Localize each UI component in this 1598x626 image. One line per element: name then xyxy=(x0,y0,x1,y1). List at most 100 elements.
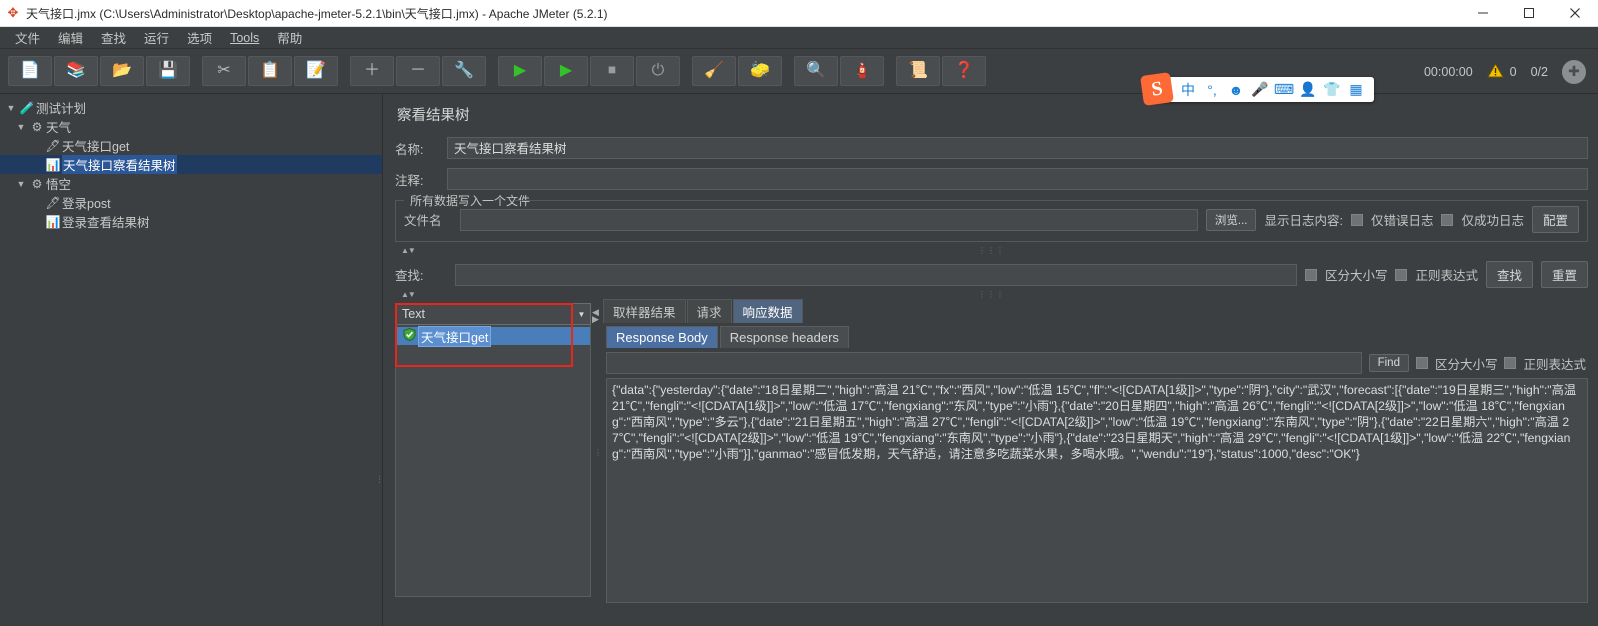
tree-node-thread-group-weather[interactable]: ▼ ⚙ 天气 xyxy=(0,117,382,136)
tree-node-test-plan[interactable]: ▼ 🧪 测试计划 xyxy=(0,98,382,117)
shutdown-button[interactable]: ⏻ xyxy=(636,56,680,86)
ime-voice-icon[interactable]: 🎤 xyxy=(1248,81,1272,98)
twisty-icon[interactable]: ▼ xyxy=(4,103,18,113)
tab-sampler-result[interactable]: 取样器结果 xyxy=(603,299,686,323)
renderer-select-value: Text xyxy=(402,307,425,321)
jmeter-flask-icon: ✥ xyxy=(7,5,19,20)
start-no-pauses-button[interactable]: ▶ xyxy=(544,56,588,86)
errors-only-checkbox[interactable] xyxy=(1350,213,1363,226)
results-splitter[interactable]: ◀ ▶ ⋮ xyxy=(591,303,603,603)
ime-emoji-icon[interactable]: ☻ xyxy=(1224,82,1248,98)
maximize-icon[interactable] xyxy=(1506,0,1552,27)
menu-help[interactable]: 帮助 xyxy=(268,26,311,49)
ime-skin-icon[interactable]: 👕 xyxy=(1320,81,1344,98)
elapsed-time: 00:00:00 xyxy=(1423,64,1473,79)
divider-arrows-icon[interactable]: ▲▼ xyxy=(401,290,416,299)
panel-divider-bottom[interactable]: ▲▼ ⋮⋮⋮ xyxy=(395,290,1588,299)
ime-soft-keyboard-icon[interactable]: ⌨ xyxy=(1272,81,1296,98)
ime-toolbox-icon[interactable]: ▦ xyxy=(1344,81,1368,98)
response-regex-checkbox[interactable] xyxy=(1504,357,1517,369)
tree-splitter-grip[interactable]: ⋮ xyxy=(375,474,384,502)
menu-run[interactable]: 运行 xyxy=(135,26,178,49)
search-button[interactable]: 🔍 xyxy=(794,56,838,86)
help-button[interactable]: ❓ xyxy=(942,56,986,86)
results-list-panel: Text ▼ 天气接口get xyxy=(395,303,591,603)
twisty-placeholder-icon: ▼ xyxy=(30,198,44,208)
splitter-arrows-icon[interactable]: ◀ ▶ xyxy=(592,308,599,324)
panel-divider-top[interactable]: ▲▼ ⋮⋮⋮ xyxy=(395,246,1588,255)
main-content: ▼ 🧪 测试计划 ▼ ⚙ 天气 ▼ 🖋 天气接口get ▼ 📊 天气接口察看结果… xyxy=(0,94,1598,626)
search-find-button[interactable]: 查找 xyxy=(1485,261,1533,288)
tab-request[interactable]: 请求 xyxy=(686,299,732,323)
window-titlebar: ✥ 天气接口.jmx (C:\Users\Administrator\Deskt… xyxy=(0,0,1598,27)
list-item[interactable]: 天气接口get xyxy=(396,325,590,347)
subtab-response-body[interactable]: Response Body xyxy=(606,326,718,348)
comment-input[interactable] xyxy=(447,168,1588,190)
menu-edit[interactable]: 编辑 xyxy=(49,26,92,49)
renderer-select[interactable]: Text ▼ xyxy=(395,303,591,325)
configure-button[interactable]: 配置 xyxy=(1531,206,1579,233)
tree-node-http-sampler-weather-get[interactable]: ▼ 🖋 天气接口get xyxy=(0,136,382,155)
minimize-icon[interactable] xyxy=(1460,0,1506,27)
warning-indicator[interactable]: 0 xyxy=(1486,62,1517,81)
response-find-row: Find 区分大小写 正则表达式 xyxy=(603,348,1588,378)
tab-response-data[interactable]: 响应数据 xyxy=(732,299,803,323)
search-regex-checkbox[interactable] xyxy=(1395,268,1408,281)
warning-triangle-icon xyxy=(1486,62,1504,81)
function-helper-button[interactable]: 📜 xyxy=(896,56,940,86)
response-body-text[interactable]: {"data":{"yesterday":{"date":"18日星期二","h… xyxy=(606,378,1588,603)
sogou-ime-bar[interactable]: S 中 °, ☻ 🎤 ⌨ 👤 👕 ▦ xyxy=(1140,72,1374,106)
filename-input[interactable] xyxy=(460,208,1198,231)
group-title: 所有数据写入一个文件 xyxy=(406,192,535,209)
browse-button[interactable]: 浏览... xyxy=(1205,208,1257,231)
subtab-response-headers[interactable]: Response headers xyxy=(719,326,849,348)
ime-language-icon[interactable]: 中 xyxy=(1176,80,1200,100)
new-button[interactable]: 📄 xyxy=(8,56,52,86)
open-button[interactable]: 📂 xyxy=(100,56,144,86)
ime-punctuation-icon[interactable]: °, xyxy=(1200,82,1224,98)
test-plan-icon: 🧪 xyxy=(19,100,35,115)
clear-all-button[interactable]: 🧽 xyxy=(738,56,782,86)
name-input[interactable]: 天气接口察看结果树 xyxy=(447,137,1588,159)
copy-button[interactable]: 📋 xyxy=(248,56,292,86)
start-button[interactable]: ▶ xyxy=(498,56,542,86)
response-tabs: 取样器结果 请求 响应数据 xyxy=(603,299,1588,323)
search-reset-button[interactable]: 重置 xyxy=(1540,261,1588,288)
twisty-placeholder-icon: ▼ xyxy=(30,217,44,227)
tree-node-thread-group-wukong[interactable]: ▼ ⚙ 悟空 xyxy=(0,174,382,193)
menu-options[interactable]: 选项 xyxy=(178,26,221,49)
response-body-content: {"data":{"yesterday":{"date":"18日星期二","h… xyxy=(612,383,1577,461)
tree-node-view-results-tree-weather[interactable]: ▼ 📊 天气接口察看结果树 xyxy=(0,155,382,174)
stop-button[interactable]: ⏹ xyxy=(590,56,634,86)
ime-account-icon[interactable]: 👤 xyxy=(1296,81,1320,98)
sample-results-list[interactable]: 天气接口get xyxy=(395,325,591,597)
divider-dots-icon: ⋮⋮⋮ xyxy=(978,246,1005,255)
chevron-down-icon[interactable]: ▼ xyxy=(572,304,590,324)
search-case-sensitive-checkbox[interactable] xyxy=(1304,268,1317,281)
twisty-icon[interactable]: ▼ xyxy=(14,122,28,132)
reset-search-button[interactable]: 🧯 xyxy=(840,56,884,86)
clear-button[interactable]: 🧹 xyxy=(692,56,736,86)
save-button[interactable]: 💾 xyxy=(146,56,190,86)
response-find-input[interactable] xyxy=(606,352,1362,374)
search-input[interactable] xyxy=(455,263,1297,286)
menu-file[interactable]: 文件 xyxy=(6,26,49,49)
tree-node-http-sampler-login-post[interactable]: ▼ 🖋 登录post xyxy=(0,193,382,212)
templates-button[interactable]: 📚 xyxy=(54,56,98,86)
response-case-sensitive-checkbox[interactable] xyxy=(1415,357,1428,369)
menu-tools[interactable]: Tools xyxy=(221,29,268,47)
success-only-checkbox[interactable] xyxy=(1441,213,1454,226)
search-label: 查找: xyxy=(395,269,424,283)
tree-node-view-results-tree-login[interactable]: ▼ 📊 登录查看结果树 xyxy=(0,212,382,231)
cut-button[interactable]: ✂ xyxy=(202,56,246,86)
expand-all-button[interactable]: ＋ xyxy=(350,56,394,86)
response-find-button[interactable]: Find xyxy=(1368,354,1409,372)
page-title: 察看结果树 xyxy=(397,108,470,124)
toggle-button[interactable]: 🔧 xyxy=(442,56,486,86)
menu-search[interactable]: 查找 xyxy=(92,26,135,49)
divider-arrows-icon[interactable]: ▲▼ xyxy=(401,246,416,255)
collapse-all-button[interactable]: － xyxy=(396,56,440,86)
close-icon[interactable] xyxy=(1552,0,1598,27)
paste-button[interactable]: 📝 xyxy=(294,56,338,86)
twisty-icon[interactable]: ▼ xyxy=(14,179,28,189)
